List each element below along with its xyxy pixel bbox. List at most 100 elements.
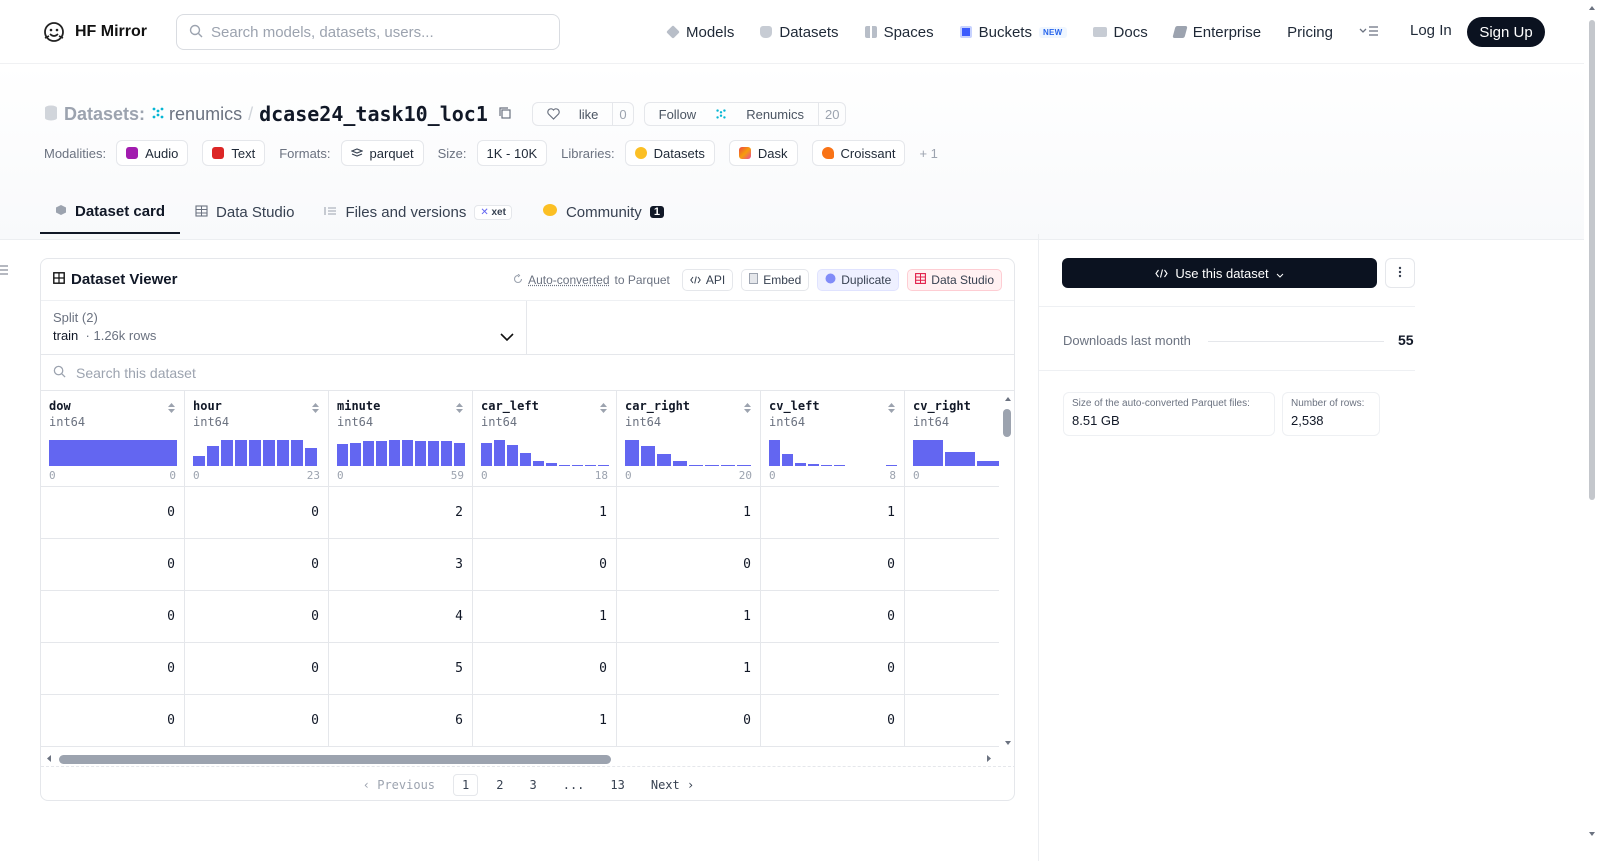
- column-header[interactable]: cv_left int64 0 8: [761, 391, 905, 487]
- library-dask[interactable]: Dask: [729, 140, 798, 166]
- histogram-bar[interactable]: [221, 440, 233, 466]
- histogram-bar[interactable]: [376, 441, 387, 466]
- vertical-scrollbar[interactable]: [1001, 391, 1015, 751]
- next-page-button[interactable]: Next ›: [643, 775, 702, 795]
- column-header[interactable]: car_left int64 0 18: [473, 391, 617, 487]
- table-cell[interactable]: 0: [473, 539, 617, 591]
- table-cell[interactable]: 2: [329, 487, 473, 539]
- table-cell[interactable]: 0: [41, 539, 185, 591]
- signup-button[interactable]: Sign Up: [1467, 17, 1545, 47]
- histogram-bar[interactable]: [454, 443, 465, 466]
- histogram-bar[interactable]: [350, 443, 361, 466]
- table-cell[interactable]: 0: [473, 643, 617, 695]
- histogram-bar[interactable]: [795, 463, 806, 466]
- sort-icon[interactable]: [743, 401, 752, 417]
- histogram-bar[interactable]: [520, 453, 531, 466]
- embed-button[interactable]: Embed: [741, 269, 809, 291]
- nav-docs[interactable]: Docs: [1093, 24, 1148, 41]
- histogram-bar[interactable]: [641, 446, 655, 466]
- histogram-bar[interactable]: [337, 444, 348, 466]
- use-this-dataset-button[interactable]: Use this dataset: [1062, 258, 1377, 288]
- modality-audio[interactable]: Audio: [116, 140, 188, 166]
- nav-pricing[interactable]: Pricing: [1287, 24, 1333, 41]
- table-cell[interactable]: 0: [185, 539, 329, 591]
- table-cell[interactable]: [905, 695, 999, 747]
- table-cell[interactable]: 0: [185, 487, 329, 539]
- api-button[interactable]: API: [682, 269, 733, 291]
- sort-icon[interactable]: [311, 401, 320, 417]
- histogram-bar[interactable]: [402, 440, 413, 466]
- duplicate-button[interactable]: Duplicate: [817, 269, 899, 291]
- sort-icon[interactable]: [167, 401, 176, 417]
- size-tag[interactable]: 1K - 10K: [477, 140, 548, 166]
- histogram-bar[interactable]: [657, 454, 671, 466]
- sort-icon[interactable]: [887, 401, 896, 417]
- dataset-name[interactable]: dcase24_task10_loc1: [259, 102, 488, 126]
- table-cell[interactable]: [905, 643, 999, 695]
- histogram-bar[interactable]: [363, 441, 374, 466]
- table-cell[interactable]: 0: [41, 487, 185, 539]
- vertical-scroll-thumb[interactable]: [1003, 409, 1011, 437]
- histogram-bar[interactable]: [808, 464, 819, 466]
- page-2-button[interactable]: 2: [488, 775, 511, 795]
- table-cell[interactable]: 1: [473, 487, 617, 539]
- table-cell[interactable]: [905, 487, 999, 539]
- table-cell[interactable]: 0: [185, 695, 329, 747]
- histogram-bar[interactable]: [705, 465, 719, 466]
- library-croissant[interactable]: Croissant: [812, 140, 906, 166]
- table-cell[interactable]: 0: [761, 695, 905, 747]
- like-button[interactable]: like 0: [532, 102, 634, 126]
- table-cell[interactable]: 0: [185, 643, 329, 695]
- column-header[interactable]: car_right int64 0 20: [617, 391, 761, 487]
- library-datasets[interactable]: Datasets: [625, 140, 715, 166]
- dataset-search-input[interactable]: [76, 365, 676, 381]
- histogram-bar[interactable]: [886, 465, 897, 466]
- column-header[interactable]: cv_right int64 0: [905, 391, 999, 487]
- table-cell[interactable]: 1: [617, 643, 761, 695]
- table-cell[interactable]: 0: [185, 591, 329, 643]
- nav-datasets[interactable]: Datasets: [760, 24, 838, 41]
- histogram-bar[interactable]: [673, 461, 687, 466]
- column-header[interactable]: hour int64 0 23: [185, 391, 329, 487]
- histogram-bar[interactable]: [305, 448, 317, 466]
- histogram-bar[interactable]: [559, 465, 570, 466]
- table-cell[interactable]: 4: [329, 591, 473, 643]
- histogram-bar[interactable]: [533, 461, 544, 466]
- histogram-bar[interactable]: [572, 465, 583, 466]
- table-cell[interactable]: 1: [617, 487, 761, 539]
- table-cell[interactable]: 5: [329, 643, 473, 695]
- histogram-bar[interactable]: [263, 440, 275, 466]
- histogram-bar[interactable]: [913, 440, 943, 466]
- histogram-bar[interactable]: [945, 452, 975, 466]
- tab-dataset-card[interactable]: Dataset card: [40, 190, 180, 234]
- histogram-bar[interactable]: [585, 465, 596, 466]
- tab-files-and-versions[interactable]: Files and versions ✕ xet: [309, 190, 527, 234]
- histogram-bar[interactable]: [737, 465, 751, 466]
- histogram-bar[interactable]: [249, 440, 261, 466]
- table-cell[interactable]: 0: [41, 643, 185, 695]
- table-cell[interactable]: 0: [41, 695, 185, 747]
- table-cell[interactable]: 0: [617, 695, 761, 747]
- histogram-bar[interactable]: [235, 440, 247, 466]
- nav-buckets[interactable]: Buckets NEW: [960, 24, 1067, 41]
- sort-icon[interactable]: [599, 401, 608, 417]
- table-cell[interactable]: [905, 539, 999, 591]
- data-studio-button[interactable]: Data Studio: [907, 269, 1002, 291]
- column-header[interactable]: dow int64 0 0: [41, 391, 185, 487]
- histogram-bar[interactable]: [415, 441, 426, 466]
- histogram-bar[interactable]: [291, 440, 303, 466]
- page-1-button[interactable]: 1: [453, 774, 478, 796]
- histogram-bar[interactable]: [207, 446, 219, 466]
- copy-icon[interactable]: [498, 106, 512, 123]
- nav-models[interactable]: Models: [667, 24, 734, 41]
- split-selector[interactable]: Split (2) train · 1.26k rows: [41, 301, 527, 355]
- histogram-bar[interactable]: [625, 440, 639, 466]
- table-cell[interactable]: 1: [473, 695, 617, 747]
- format-parquet[interactable]: parquet: [341, 140, 424, 166]
- nav-more-menu[interactable]: [1359, 24, 1379, 41]
- table-cell[interactable]: 0: [761, 591, 905, 643]
- histogram-bar[interactable]: [546, 463, 557, 466]
- table-cell[interactable]: 6: [329, 695, 473, 747]
- page-13-button[interactable]: 13: [602, 775, 632, 795]
- table-cell[interactable]: [905, 591, 999, 643]
